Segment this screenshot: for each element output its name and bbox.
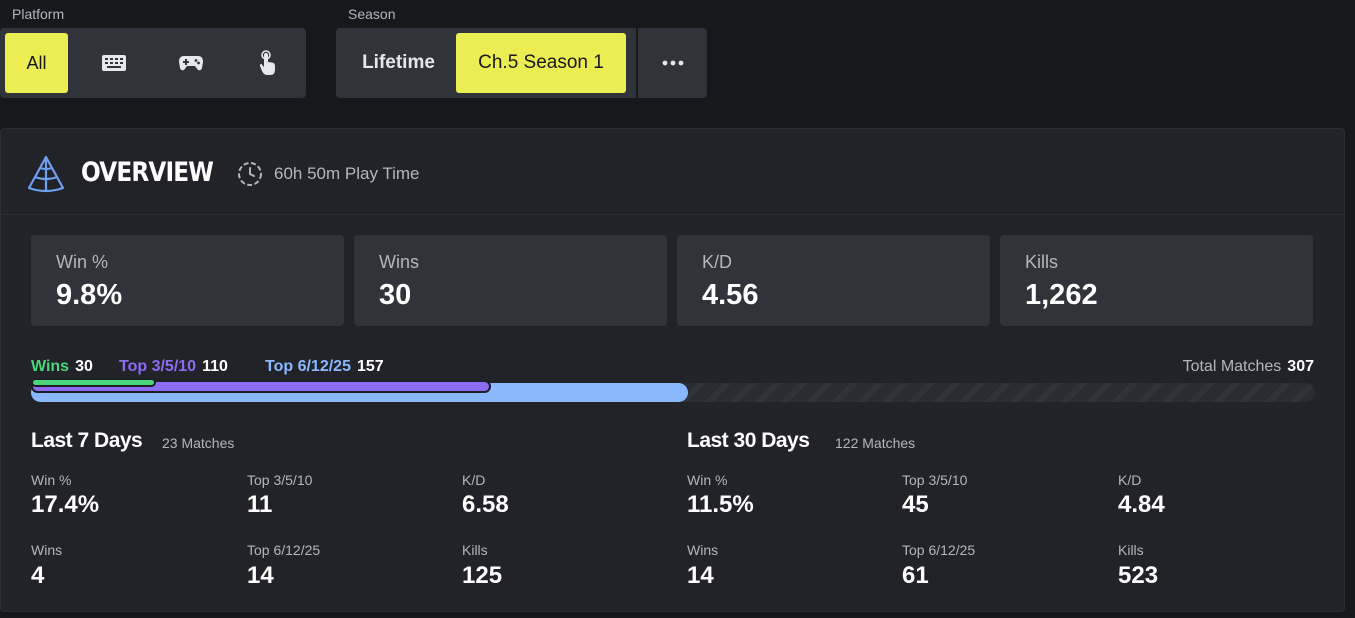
legend-wins: Wins 30 (31, 358, 93, 376)
season-label: Season (348, 6, 396, 22)
last30-title: Last 30 Days (687, 429, 810, 452)
stat-card-win-pct: Win % 9.8% (31, 235, 344, 326)
stat-label: K/D (702, 252, 733, 272)
season-more-button[interactable] (638, 28, 707, 98)
platform-filter: All (0, 28, 306, 98)
pyramid-icon (27, 155, 65, 193)
last30-top10-label: Top 3/5/10 (902, 472, 968, 488)
last7-wins-label: Wins (31, 542, 63, 558)
total-matches-label: Total Matches (1182, 358, 1282, 375)
stat-label: Kills (1025, 252, 1059, 272)
total-matches: Total Matches 307 (1183, 358, 1314, 376)
last30-top10-value: 45 (902, 491, 929, 518)
last7-win-pct-label: Win % (31, 472, 72, 488)
stat-value: 4.56 (702, 279, 759, 311)
legend-top25: Top 6/12/25 157 (265, 358, 384, 376)
clock-icon (238, 162, 262, 186)
legend-top25-value: 157 (356, 358, 384, 375)
overview-header: OVERVIEW 60h 50m Play Time (1, 129, 1344, 215)
last30-top25-label: Top 6/12/25 (902, 542, 976, 558)
stat-value: 1,262 (1025, 279, 1098, 311)
legend-top10-label: Top 3/5/10 (119, 358, 197, 375)
last30-top25-value: 61 (902, 562, 929, 589)
placement-bar-wins (31, 378, 156, 387)
platform-keyboard-button[interactable] (82, 33, 145, 93)
last7-top25-label: Top 6/12/25 (247, 542, 321, 558)
overview-card: OVERVIEW 60h 50m Play Time Win % 9.8% Wi… (0, 128, 1345, 612)
season-lifetime-button[interactable]: Lifetime (341, 33, 456, 93)
legend-wins-label: Wins (31, 358, 70, 375)
gamepad-icon (178, 56, 203, 71)
season-current-button[interactable]: Ch.5 Season 1 (456, 33, 626, 93)
platform-label: Platform (12, 6, 65, 22)
last7-win-pct-value: 17.4% (31, 491, 100, 518)
last7-top10-label: Top 3/5/10 (247, 472, 313, 488)
season-filter: Lifetime Ch.5 Season 1 (336, 28, 636, 98)
platform-all-button[interactable]: All (5, 33, 68, 93)
last30-kd-label: K/D (1118, 472, 1142, 488)
more-icon (662, 60, 683, 66)
last30-win-pct-value: 11.5% (687, 491, 754, 518)
last30-wins-value: 14 (687, 562, 714, 589)
last7-title: Last 7 Days (31, 429, 143, 452)
last7-kd-value: 6.58 (462, 491, 509, 518)
legend-top25-label: Top 6/12/25 (265, 358, 351, 375)
last7-kills-label: Kills (462, 542, 488, 558)
legend-top10-value: 110 (202, 358, 228, 375)
stat-card-kills: Kills 1,262 (1000, 235, 1313, 326)
last30-kd-value: 4.84 (1118, 491, 1165, 518)
stat-value: 9.8% (56, 279, 123, 311)
total-matches-value: 307 (1287, 358, 1314, 375)
platform-touch-button[interactable] (236, 33, 299, 93)
stat-value: 30 (379, 279, 412, 311)
stat-card-wins: Wins 30 (354, 235, 667, 326)
stat-label: Win % (56, 252, 109, 272)
play-time: 60h 50m Play Time (274, 164, 420, 183)
last7-kd-label: K/D (462, 472, 486, 488)
last7-top25-value: 14 (247, 562, 274, 589)
last7-kills-value: 125 (462, 562, 503, 589)
last7-top10-value: 11 (247, 491, 273, 518)
last30-kills-label: Kills (1118, 542, 1144, 558)
stat-label: Wins (379, 252, 419, 272)
last30-matches: 122 Matches (835, 435, 916, 451)
last30-win-pct-label: Win % (687, 472, 728, 488)
platform-controller-button[interactable] (159, 33, 222, 93)
keyboard-icon (101, 55, 126, 71)
legend-top10: Top 3/5/10 110 (119, 358, 228, 376)
touch-icon (259, 50, 275, 75)
last7-matches: 23 Matches (162, 435, 235, 451)
legend-wins-value: 30 (75, 358, 93, 375)
overview-title: OVERVIEW (81, 157, 214, 188)
last30-kills-value: 523 (1118, 562, 1159, 589)
stat-card-kd: K/D 4.56 (677, 235, 990, 326)
last7-wins-value: 4 (31, 562, 45, 589)
last30-wins-label: Wins (687, 542, 719, 558)
